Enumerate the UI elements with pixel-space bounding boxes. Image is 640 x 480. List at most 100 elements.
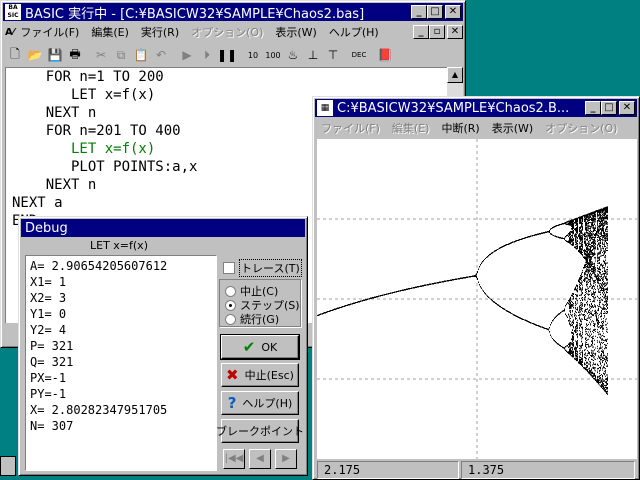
debug-titlebar[interactable]: Debug — [21, 219, 305, 237]
variable-row: PX=-1 — [30, 370, 212, 386]
main-toolbar: 🗋 📂 💾 🖶 ✂ ⧉ 📋 ↶ ▶ ⏵ ❚❚ 10 100 ♨ ⊥ ⊤ DEC … — [5, 44, 463, 66]
menu-option[interactable]: オプション(O) — [191, 24, 263, 40]
print-icon[interactable]: 🖶 — [65, 46, 85, 64]
plot-menu-break[interactable]: 中断(R) — [441, 120, 479, 136]
radio-button[interactable] — [225, 314, 236, 325]
copy-icon[interactable]: ⧉ — [111, 46, 131, 64]
variable-row: N= 307 — [30, 418, 212, 434]
cut-icon[interactable]: ✂ — [91, 46, 111, 64]
dec-icon[interactable]: DEC — [349, 46, 369, 64]
minimized-window-icon[interactable] — [0, 456, 16, 476]
variable-list[interactable]: A= 2.90654205607612 X1= 1 X2= 3 Y1= 0 Y2= 4 P… — [25, 255, 217, 471]
debug-title: Debug — [25, 221, 68, 236]
menu-edit[interactable]: 編集(E) — [91, 24, 129, 40]
variable-row: X1= 1 — [30, 274, 212, 290]
debug-window: Debug LET x=f(x) A= 2.90654205607612 X1= … — [18, 216, 308, 476]
code-line: LET x=f(x) — [12, 86, 155, 104]
ok-button[interactable]: ✔ OK — [221, 335, 299, 359]
plot-close-button[interactable]: ✕ — [619, 101, 635, 115]
code-line: NEXT n — [12, 104, 96, 122]
pause-icon[interactable]: ❚❚ — [217, 46, 237, 64]
variable-row: X2= 3 — [30, 290, 212, 306]
plot-menu-edit[interactable]: 編集(E) — [392, 120, 430, 136]
main-menubar: A⁄ ファイル(F) 編集(E) 実行(R) オプション(O) 表示(W) ヘル… — [5, 23, 463, 41]
first-icon[interactable]: |◀◀ — [223, 449, 245, 469]
help-button[interactable]: ? ヘルプ(H) — [221, 391, 299, 415]
save-icon[interactable]: 💾 — [45, 46, 65, 64]
code-line: LET x=f(x) — [12, 140, 155, 158]
plot-app-icon[interactable]: ▦ — [317, 100, 333, 116]
breakpoint-label: ブレークポイント — [216, 423, 304, 439]
radio-button[interactable] — [225, 286, 236, 297]
variable-row: A= 2.90654205607612 — [30, 258, 212, 274]
status-x-coordinate: 2.175 — [317, 461, 459, 479]
code-line: FOR n=201 TO 400 — [12, 122, 181, 140]
doc-close-button[interactable]: ✕ — [447, 25, 463, 39]
next-icon[interactable]: ▶ — [275, 449, 297, 469]
new-file-icon[interactable]: 🗋 — [5, 46, 25, 64]
current-statement: LET x=f(x) — [19, 239, 219, 252]
help-label: ヘルプ(H) — [242, 395, 292, 411]
doc-restore-button[interactable]: ▫ — [429, 25, 445, 39]
variable-row: Y2= 4 — [30, 322, 212, 338]
stop-x-icon: ✖ — [226, 366, 239, 384]
plot-window-title: C:¥BASICW32¥SAMPLE¥Chaos2.B... — [337, 101, 569, 116]
radio-continue[interactable]: 続行(G) — [225, 311, 279, 327]
trace-label: トレース(T) — [239, 259, 302, 277]
code-line: PLOT POINTS:a,x — [12, 158, 197, 176]
variable-row: Y1= 0 — [30, 306, 212, 322]
plot-titlebar[interactable]: ▦ C:¥BASICW32¥SAMPLE¥Chaos2.B... _ □ ✕ — [315, 99, 637, 117]
menu-file[interactable]: ファイル(F) — [20, 24, 79, 40]
variable-row: X= 2.80282347951705 — [30, 402, 212, 418]
basic-app-icon[interactable]: BA SIC — [5, 4, 21, 20]
format-icon[interactable]: ⊤ — [323, 46, 343, 64]
plot-window: ▦ C:¥BASICW32¥SAMPLE¥Chaos2.B... _ □ ✕ フ… — [312, 96, 640, 480]
breakpoint-button[interactable]: ブレークポイント — [221, 419, 299, 443]
ok-label: OK — [261, 341, 277, 354]
plot-menu-view[interactable]: 表示(W) — [492, 120, 533, 136]
variable-row: PY=-1 — [30, 386, 212, 402]
code-line: NEXT n — [12, 176, 96, 194]
run-icon[interactable]: ▶ — [177, 46, 197, 64]
paste-icon[interactable]: 📋 — [131, 46, 151, 64]
renumber-icon[interactable]: 10 — [243, 46, 263, 64]
plot-maximize-button[interactable]: □ — [601, 101, 617, 115]
radio-button[interactable] — [225, 300, 236, 311]
menu-run[interactable]: 実行(R) — [141, 24, 179, 40]
minimize-button[interactable]: _ — [411, 5, 427, 19]
plot-menu-option[interactable]: オプション(O) — [545, 120, 617, 136]
trace-icon[interactable]: ♨ — [283, 46, 303, 64]
doc-minimize-button[interactable]: _ — [413, 25, 429, 39]
bifurcation-plot — [317, 139, 637, 459]
checkmark-icon: ✔ — [243, 338, 256, 356]
trace-checkbox-row[interactable]: トレース(T) — [223, 259, 302, 277]
radio-label: 続行(G) — [240, 311, 279, 327]
undo-icon[interactable]: ↶ — [151, 46, 171, 64]
indent-icon[interactable]: ⊥ — [303, 46, 323, 64]
prev-icon[interactable]: ◀ — [249, 449, 271, 469]
plot-menubar: ファイル(F) 編集(E) 中断(R) 表示(W) オプション(O) — [321, 119, 629, 137]
question-icon: ? — [228, 394, 237, 412]
menu-help[interactable]: ヘルプ(H) — [329, 24, 379, 40]
variable-row: Q= 321 — [30, 354, 212, 370]
trace-checkbox[interactable] — [223, 262, 235, 274]
step-icon[interactable]: ⏵ — [197, 46, 217, 64]
scroll-up-arrow[interactable]: ▲ — [447, 67, 463, 83]
status-y-coordinate: 1.375 — [461, 461, 635, 479]
stop-button[interactable]: ✖ 中止(Esc) — [221, 363, 299, 387]
menu-view[interactable]: 表示(W) — [275, 24, 316, 40]
main-titlebar[interactable]: BA SIC BASIC 実行中 - [C:¥BASICW32¥SAMPLE¥Ch… — [3, 3, 463, 21]
close-button[interactable]: ✕ — [445, 5, 461, 19]
plot-statusbar: 2.175 1.375 — [317, 461, 637, 479]
doc-icon[interactable]: A⁄ — [5, 27, 14, 38]
plot-canvas[interactable] — [317, 139, 637, 459]
main-window-title: BASIC 実行中 - [C:¥BASICW32¥SAMPLE¥Chaos2.b… — [25, 3, 364, 21]
stop-label: 中止(Esc) — [245, 367, 294, 383]
bifurcation-points — [317, 206, 608, 394]
open-folder-icon[interactable]: 📂 — [25, 46, 45, 64]
plot-menu-file[interactable]: ファイル(F) — [321, 120, 380, 136]
line-number-icon[interactable]: 100 — [263, 46, 283, 64]
plot-minimize-button[interactable]: _ — [585, 101, 601, 115]
help-book-icon[interactable]: 📕 — [375, 46, 395, 64]
maximize-button[interactable]: □ — [427, 5, 443, 19]
